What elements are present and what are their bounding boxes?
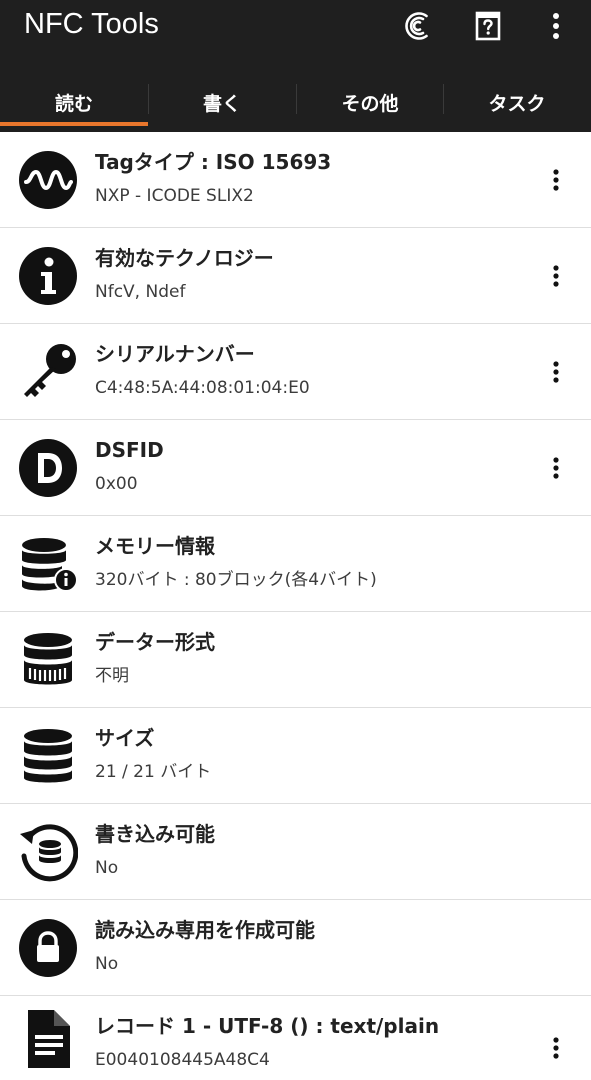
list-item-serial-number[interactable]: シリアルナンバー C4:48:5A:44:08:01:04:E0 [0, 324, 591, 420]
row-title: レコード 1 - UTF-8 () : text/plain [95, 1014, 440, 1038]
row-title: Tagタイプ : ISO 15693 [95, 150, 332, 174]
row-subtitle: No [95, 954, 119, 974]
list-item-writable[interactable]: 書き込み可能 No [0, 804, 591, 900]
row-subtitle: 不明 [95, 666, 129, 686]
selected-tab-indicator [0, 122, 148, 126]
database-refresh-icon [18, 822, 78, 882]
info-icon [18, 246, 78, 306]
row-subtitle: 320バイト : 80ブロック(各4バイト) [95, 570, 377, 590]
row-subtitle: E0040108445A48C4 [95, 1050, 270, 1070]
top-bar: NFC Tools 読む 書く その他 タスク [0, 0, 591, 132]
list-item-can-make-readonly[interactable]: 読み込み専用を作成可能 No [0, 900, 591, 996]
key-icon [18, 342, 78, 402]
row-subtitle: No [95, 858, 119, 878]
waveform-icon [18, 150, 78, 210]
nfc-tools-screen: NFC Tools 読む 書く その他 タスク Tagタイプ: ISO 156… [0, 0, 591, 1080]
row-subtitle: 21 / 21 バイト [95, 762, 212, 782]
row-subtitle: 0x00 [95, 474, 138, 494]
letter-d-icon [18, 438, 78, 498]
database-icon [18, 726, 78, 786]
row-title: メモリー情報 [95, 534, 215, 558]
tab-other[interactable]: その他 [296, 72, 444, 132]
row-title: サイズ [95, 726, 155, 750]
row-subtitle: NXP - ICODE SLIX2 [95, 186, 254, 206]
row-subtitle: NfcV, Ndef [95, 282, 186, 302]
list-item-dsfid[interactable]: DSFID 0x00 [0, 420, 591, 516]
more-vert-icon[interactable] [543, 450, 569, 486]
database-info-icon [18, 534, 78, 594]
row-title: 読み込み専用を作成可能 [95, 918, 315, 942]
row-title: 有効なテクノロジー [95, 246, 274, 270]
more-vert-icon[interactable] [543, 354, 569, 390]
nfc-scan-icon[interactable] [400, 8, 436, 44]
app-bar: NFC Tools [0, 0, 591, 56]
more-vert-icon[interactable] [543, 258, 569, 294]
more-vert-icon[interactable] [543, 1030, 569, 1066]
row-title: 書き込み可能 [95, 822, 215, 846]
list-item-size[interactable]: サイズ 21 / 21 バイト [0, 708, 591, 804]
tag-info-list: Tagタイプ : ISO 15693 NXP - ICODE SLIX2 有効な… [0, 132, 591, 1080]
row-title: データー形式 [95, 630, 215, 654]
list-item-data-format[interactable]: データー形式 不明 [0, 612, 591, 708]
row-subtitle: C4:48:5A:44:08:01:04:E0 [95, 378, 310, 398]
row-title: シリアルナンバー [95, 342, 255, 366]
tab-tasks[interactable]: タスク [443, 72, 591, 132]
lock-icon [18, 918, 78, 978]
list-item-record-1[interactable]: レコード 1 - UTF-8 () : text/plain E00401084… [0, 996, 591, 1080]
document-icon [18, 1008, 78, 1068]
more-vert-icon[interactable] [538, 8, 574, 44]
tab-bar: 読む 書く その他 タスク [0, 72, 591, 132]
help-icon[interactable] [470, 8, 506, 44]
row-title: DSFID [95, 438, 164, 462]
app-title: NFC Tools [24, 8, 159, 40]
list-item-technologies[interactable]: 有効なテクノロジー NfcV, Ndef [0, 228, 591, 324]
tab-write[interactable]: 書く [148, 72, 296, 132]
list-item-memory-info[interactable]: メモリー情報 320バイト : 80ブロック(各4バイト) [0, 516, 591, 612]
more-vert-icon[interactable] [543, 162, 569, 198]
database-format-icon [18, 630, 78, 690]
list-item-tag-type[interactable]: Tagタイプ : ISO 15693 NXP - ICODE SLIX2 [0, 132, 591, 228]
